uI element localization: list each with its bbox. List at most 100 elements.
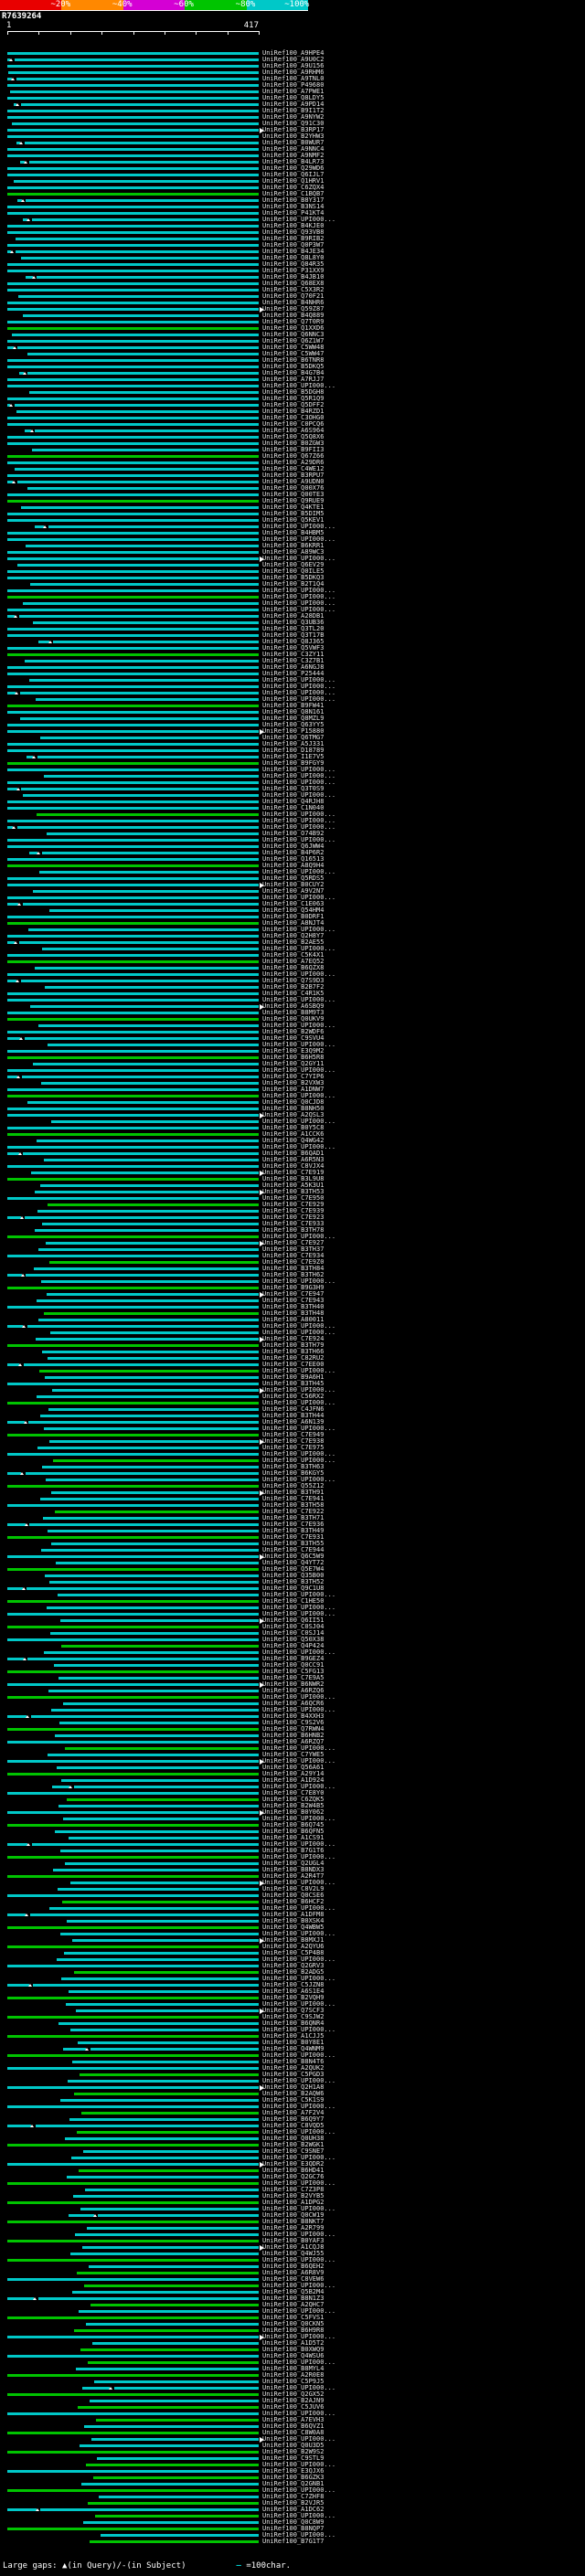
alignment-bar[interactable] bbox=[51, 1709, 259, 1712]
alignment-bar[interactable] bbox=[32, 449, 259, 451]
alignment-bar[interactable] bbox=[7, 2035, 259, 2038]
alignment-bar[interactable] bbox=[48, 1754, 259, 1756]
alignment-bar[interactable] bbox=[41, 1280, 259, 1283]
alignment-bar[interactable] bbox=[30, 1715, 259, 1718]
alignment-bar[interactable] bbox=[88, 2265, 259, 2268]
alignment-bar[interactable] bbox=[80, 2208, 259, 2210]
alignment-bar[interactable] bbox=[25, 1472, 259, 1475]
alignment-bar[interactable] bbox=[7, 1773, 259, 1776]
alignment-bar[interactable] bbox=[47, 1357, 259, 1360]
alignment-bar[interactable] bbox=[22, 903, 259, 906]
alignment-bar[interactable] bbox=[77, 2406, 259, 2409]
alignment-bar[interactable] bbox=[46, 1606, 259, 1609]
alignment-bar[interactable] bbox=[21, 1076, 259, 1078]
alignment-bar[interactable] bbox=[7, 2067, 259, 2070]
alignment-bar[interactable] bbox=[7, 455, 259, 458]
alignment-bar[interactable] bbox=[48, 1408, 259, 1411]
alignment-bar[interactable] bbox=[7, 461, 259, 464]
alignment-bar[interactable] bbox=[24, 1037, 259, 1040]
alignment-bar[interactable] bbox=[69, 1882, 259, 1884]
alignment-bar[interactable] bbox=[69, 1990, 259, 1993]
alignment-bar[interactable] bbox=[23, 314, 259, 317]
alignment-bar[interactable] bbox=[7, 1453, 259, 1456]
alignment-bar[interactable] bbox=[58, 2022, 259, 2025]
alignment-bar[interactable] bbox=[83, 2425, 259, 2428]
alignment-bar[interactable] bbox=[28, 161, 259, 164]
alignment-bar[interactable] bbox=[82, 2521, 259, 2524]
alignment-bar[interactable] bbox=[7, 1108, 259, 1110]
alignment-bar[interactable] bbox=[28, 679, 259, 682]
alignment-bar[interactable] bbox=[7, 577, 259, 579]
alignment-bar[interactable] bbox=[7, 781, 259, 784]
alignment-bar[interactable] bbox=[60, 2099, 259, 2102]
alignment-bar[interactable] bbox=[7, 1037, 20, 1040]
alignment-bar[interactable] bbox=[66, 2003, 259, 2006]
alignment-bar[interactable] bbox=[7, 417, 259, 419]
alignment-bar[interactable] bbox=[87, 2502, 259, 2505]
alignment-bar[interactable] bbox=[53, 1459, 259, 1462]
alignment-bar[interactable] bbox=[7, 1856, 259, 1859]
alignment-bar[interactable] bbox=[73, 1971, 259, 1974]
alignment-bar[interactable] bbox=[98, 2214, 259, 2217]
alignment-bar[interactable] bbox=[7, 1638, 259, 1641]
alignment-bar[interactable] bbox=[7, 1012, 259, 1014]
alignment-bar[interactable] bbox=[7, 2470, 259, 2473]
alignment-bar[interactable] bbox=[42, 1223, 259, 1225]
alignment-bar[interactable] bbox=[7, 1760, 259, 1763]
alignment-bar[interactable] bbox=[55, 1830, 259, 1833]
alignment-bar[interactable] bbox=[46, 1479, 259, 1481]
alignment-bar[interactable] bbox=[7, 2259, 259, 2262]
alignment-bar[interactable] bbox=[75, 2233, 259, 2236]
alignment-bar[interactable] bbox=[7, 2489, 259, 2492]
alignment-bar[interactable] bbox=[7, 1485, 259, 1488]
alignment-bar[interactable] bbox=[16, 410, 259, 413]
alignment-bar[interactable] bbox=[14, 404, 259, 407]
alignment-bar[interactable] bbox=[58, 1677, 259, 1680]
alignment-bar[interactable] bbox=[7, 954, 259, 957]
alignment-bar[interactable] bbox=[27, 1325, 259, 1328]
alignment-bar[interactable] bbox=[43, 1517, 259, 1520]
alignment-bar[interactable] bbox=[7, 1069, 259, 1072]
alignment-bar[interactable] bbox=[7, 1811, 259, 1814]
alignment-bar[interactable] bbox=[7, 1683, 259, 1686]
alignment-bar[interactable] bbox=[7, 1824, 259, 1827]
alignment-bar[interactable] bbox=[95, 2419, 259, 2422]
alignment-bar[interactable] bbox=[7, 2393, 259, 2396]
alignment-bar[interactable] bbox=[7, 1792, 259, 1795]
alignment-bar[interactable] bbox=[65, 1862, 259, 1865]
alignment-bar[interactable] bbox=[7, 1984, 29, 1987]
alignment-bar[interactable] bbox=[57, 1594, 259, 1596]
alignment-bar[interactable] bbox=[7, 858, 259, 861]
alignment-bar[interactable] bbox=[7, 877, 259, 880]
alignment-bar[interactable] bbox=[20, 103, 259, 106]
alignment-bar[interactable] bbox=[7, 97, 259, 100]
alignment-bar[interactable] bbox=[7, 2016, 259, 2019]
alignment-bar[interactable] bbox=[23, 1363, 259, 1366]
alignment-bar[interactable] bbox=[37, 756, 259, 758]
alignment-bar[interactable] bbox=[79, 2073, 259, 2076]
alignment-bar[interactable] bbox=[7, 1696, 259, 1699]
alignment-bar[interactable] bbox=[37, 1248, 259, 1251]
alignment-bar[interactable] bbox=[7, 135, 259, 138]
alignment-bar[interactable] bbox=[7, 1274, 22, 1277]
alignment-bar[interactable] bbox=[49, 1632, 259, 1635]
alignment-bar[interactable] bbox=[7, 762, 259, 765]
alignment-bar[interactable] bbox=[7, 807, 259, 810]
alignment-bar[interactable] bbox=[14, 468, 259, 471]
alignment-bar[interactable] bbox=[7, 2201, 259, 2204]
alignment-bar[interactable] bbox=[7, 116, 259, 119]
alignment-bar[interactable] bbox=[7, 1613, 259, 1616]
alignment-bar[interactable] bbox=[36, 1338, 259, 1341]
alignment-bar[interactable] bbox=[61, 1779, 259, 1782]
alignment-bar[interactable] bbox=[7, 244, 259, 247]
alignment-bar[interactable] bbox=[7, 2240, 259, 2242]
alignment-bar[interactable] bbox=[7, 551, 259, 554]
alignment-bar[interactable] bbox=[72, 2061, 259, 2063]
alignment-bar[interactable] bbox=[56, 1958, 259, 1961]
alignment-bar[interactable] bbox=[7, 992, 259, 995]
alignment-bar[interactable] bbox=[62, 1901, 259, 1903]
alignment-bar[interactable] bbox=[90, 2304, 259, 2306]
alignment-bar[interactable] bbox=[25, 1216, 259, 1219]
alignment-bar[interactable] bbox=[7, 52, 259, 55]
alignment-bar[interactable] bbox=[35, 429, 259, 432]
